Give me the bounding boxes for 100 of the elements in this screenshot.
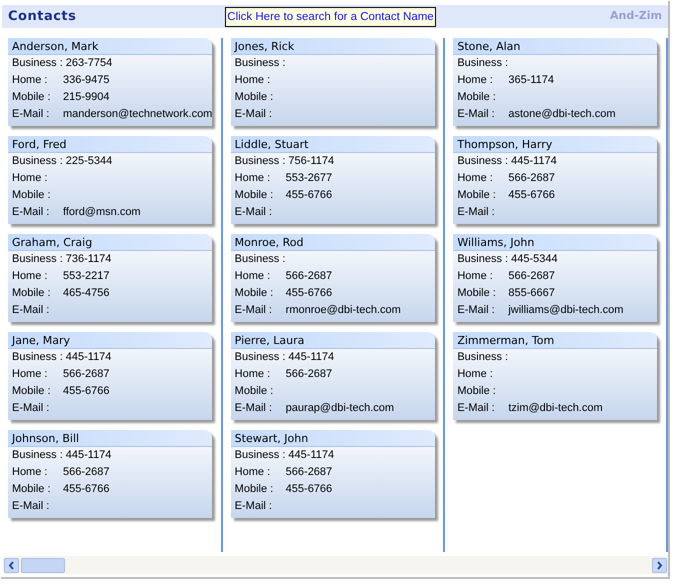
contact-card[interactable]: Liddle, Stuart Business : 756-1174 Home : 553-2677 Mobile : 455-6766 E-Mail : bbox=[230, 136, 435, 224]
header-title: Contacts bbox=[8, 8, 76, 26]
contact-card[interactable]: Thompson, Harry Business : 445-1174 Home : 566-2687 Mobile : 455-6766 E-Mail : bbox=[453, 136, 658, 224]
field-label: Mobile : bbox=[234, 482, 274, 498]
field-value: 566-2687 bbox=[286, 465, 332, 480]
field-value: 855-6667 bbox=[508, 286, 555, 302]
contact-name: Monroe, Rod bbox=[230, 234, 435, 251]
field-label: Business : bbox=[234, 252, 286, 268]
field-label: Home : bbox=[12, 367, 48, 382]
contact-name: Anderson, Mark bbox=[8, 38, 212, 55]
field-label: E-Mail : bbox=[457, 107, 496, 122]
field-label: Home : bbox=[234, 73, 272, 88]
field-value: 455-6766 bbox=[286, 188, 332, 204]
contact-name: Stone, Alan bbox=[453, 38, 658, 55]
field-label: Home : bbox=[457, 269, 494, 284]
field-value: 215-9904 bbox=[63, 90, 110, 106]
contact-name: Jones, Rick bbox=[230, 38, 435, 55]
field-label: E-Mail : bbox=[12, 303, 50, 318]
field-value: 455-6766 bbox=[63, 482, 110, 498]
field-label: Home : bbox=[234, 367, 272, 382]
field-value: 455-6766 bbox=[286, 286, 332, 302]
field-label: Home : bbox=[12, 171, 48, 186]
field-label: Mobile : bbox=[234, 286, 274, 302]
field-label: Home : bbox=[457, 73, 494, 88]
field-label: Business : bbox=[12, 56, 64, 72]
field-value: 445-1174 bbox=[288, 448, 334, 464]
contact-name: Zimmerman, Tom bbox=[453, 332, 658, 349]
field-value: manderson@technetwork.com bbox=[63, 107, 212, 122]
field-label: Business : bbox=[12, 154, 64, 170]
contact-card[interactable]: Graham, Craig Business : 736-1174 Home : 553-2217 Mobile : 465-4756 E-Mail : bbox=[8, 234, 212, 322]
contact-card[interactable]: Zimmerman, Tom Business : Home : Mobile : E-Mail : tzim@dbi-tech.com bbox=[453, 332, 658, 420]
contact-card[interactable]: Williams, John Business : 445-5344 Home : 566-2687 Mobile : 855-6667 E-Mail : jwilliams@dbi-tech.com bbox=[453, 234, 658, 322]
contact-name: Williams, John bbox=[453, 234, 658, 251]
field-label: Home : bbox=[234, 171, 272, 186]
search-button[interactable]: Click Here to search for a Contact Name bbox=[225, 7, 436, 27]
horizontal-scrollbar[interactable] bbox=[3, 556, 668, 574]
field-label: E-Mail : bbox=[234, 401, 273, 416]
field-value: 566-2687 bbox=[63, 465, 110, 480]
scroll-right-button[interactable] bbox=[652, 558, 667, 572]
contact-card[interactable]: Jane, Mary Business : 445-1174 Home : 566-2687 Mobile : 455-6766 E-Mail : bbox=[8, 332, 212, 420]
field-value: 263-7754 bbox=[66, 56, 112, 72]
field-value: 566-2687 bbox=[286, 367, 332, 382]
field-value: 445-1174 bbox=[511, 154, 557, 170]
contact-card[interactable]: Ford, Fred Business : 225-5344 Home : Mobile : E-Mail : fford@msn.com bbox=[8, 136, 212, 224]
field-value: 336-9475 bbox=[63, 73, 110, 88]
letter-range: And-Zim bbox=[610, 8, 662, 24]
field-label: Home : bbox=[234, 269, 272, 284]
contact-card[interactable]: Johnson, Bill Business : 445-1174 Home : 566-2687 Mobile : 455-6766 E-Mail : bbox=[8, 430, 212, 518]
field-value: 566-2687 bbox=[63, 367, 110, 382]
field-value: 445-1174 bbox=[288, 350, 334, 366]
field-value: 756-1174 bbox=[288, 154, 334, 170]
field-label: Business : bbox=[457, 56, 510, 72]
field-label: E-Mail : bbox=[234, 107, 273, 122]
field-value: 365-1174 bbox=[508, 73, 554, 88]
contact-card[interactable]: Anderson, Mark Business : 263-7754 Home : 336-9475 Mobile : 215-9904 E-Mail : manderson@technetwork.com bbox=[8, 38, 212, 126]
field-label: Home : bbox=[12, 269, 48, 284]
field-value: 553-2677 bbox=[286, 171, 332, 186]
field-label: E-Mail : bbox=[234, 205, 273, 220]
field-label: Home : bbox=[234, 465, 272, 480]
chevron-right-icon bbox=[656, 560, 663, 570]
field-label: E-Mail : bbox=[12, 107, 50, 122]
field-label: E-Mail : bbox=[234, 499, 273, 514]
field-label: Home : bbox=[457, 367, 494, 382]
field-value: 465-4756 bbox=[63, 286, 110, 302]
contact-card[interactable]: Jones, Rick Business : Home : Mobile : E-Mail : bbox=[230, 38, 435, 126]
field-label: E-Mail : bbox=[457, 401, 496, 416]
scrollbar-thumb[interactable] bbox=[21, 558, 65, 572]
contact-card[interactable]: Pierre, Laura Business : 445-1174 Home : 566-2687 Mobile : E-Mail : paurap@dbi-tech.com bbox=[230, 332, 435, 420]
field-label: Home : bbox=[457, 171, 494, 186]
scroll-left-button[interactable] bbox=[4, 558, 19, 572]
contact-card[interactable]: Stewart, John Business : 445-1174 Home : 566-2687 Mobile : 455-6766 E-Mail : bbox=[230, 430, 435, 518]
field-value: 445-1174 bbox=[66, 448, 112, 464]
field-label: Mobile : bbox=[12, 90, 52, 106]
contact-card[interactable]: Stone, Alan Business : Home : 365-1174 Mobile : E-Mail : astone@dbi-tech.com bbox=[453, 38, 658, 126]
field-value: 225-5344 bbox=[66, 154, 112, 170]
chevron-left-icon bbox=[8, 560, 15, 570]
field-value: rmonroe@dbi-tech.com bbox=[286, 303, 401, 318]
field-value: 455-6766 bbox=[508, 188, 555, 204]
field-value: 553-2217 bbox=[63, 269, 110, 284]
field-label: Home : bbox=[12, 465, 48, 480]
field-label: Mobile : bbox=[12, 286, 52, 302]
contact-name: Thompson, Harry bbox=[453, 136, 658, 153]
field-label: Mobile : bbox=[12, 482, 52, 498]
field-label: Business : bbox=[457, 350, 510, 366]
field-label: Mobile : bbox=[457, 188, 497, 204]
field-label: E-Mail : bbox=[457, 303, 496, 318]
field-value: paurap@dbi-tech.com bbox=[286, 401, 394, 416]
field-value: 455-6766 bbox=[63, 384, 110, 400]
field-value: 566-2687 bbox=[508, 269, 555, 284]
field-label: Mobile : bbox=[457, 384, 497, 400]
contact-name: Jane, Mary bbox=[8, 332, 212, 349]
field-label: E-Mail : bbox=[12, 205, 50, 220]
contact-card[interactable]: Monroe, Rod Business : Home : 566-2687 Mobile : 455-6766 E-Mail : rmonroe@dbi-tech.com bbox=[230, 234, 435, 322]
field-label: Mobile : bbox=[12, 188, 52, 204]
field-label: Business : bbox=[457, 252, 510, 268]
field-label: Business : bbox=[234, 350, 286, 366]
field-value: 566-2687 bbox=[286, 269, 332, 284]
field-label: Business : bbox=[12, 350, 64, 366]
field-label: Mobile : bbox=[12, 384, 52, 400]
field-label: Home : bbox=[12, 73, 48, 88]
